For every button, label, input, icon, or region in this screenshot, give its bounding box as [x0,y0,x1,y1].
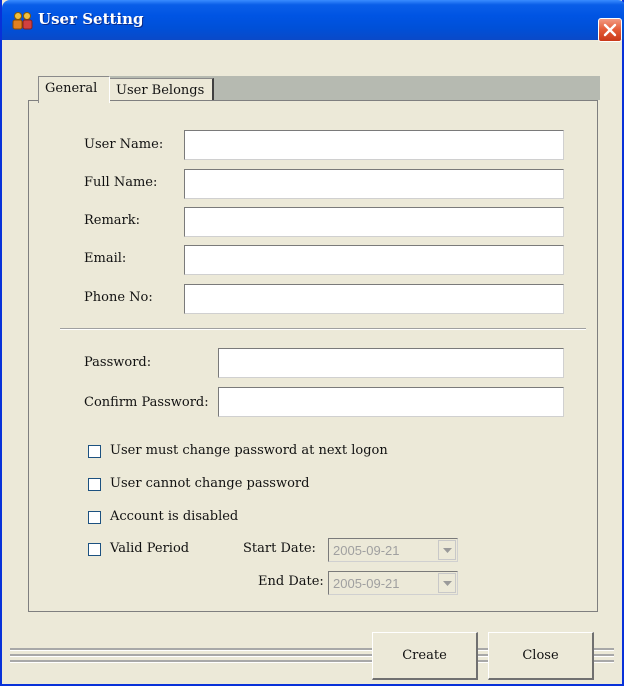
start-date-value: 2005-09-21 [333,543,400,558]
tab-user-belongs[interactable]: User Belongs [110,78,214,100]
confirm-password-input[interactable] [218,387,564,417]
tab-general[interactable]: General [38,76,110,103]
must-change-password-checkbox[interactable] [88,445,101,458]
cannot-change-password-checkbox[interactable] [88,478,101,491]
full-name-label: Full Name: [84,175,158,190]
chevron-down-icon [443,581,452,586]
close-icon [603,23,617,37]
title-bar[interactable]: User Setting [2,0,624,40]
confirm-password-label: Confirm Password: [84,395,209,410]
full-name-input[interactable] [184,169,564,199]
start-date-dropdown-button[interactable] [438,540,456,560]
cannot-change-password-label: User cannot change password [110,476,310,491]
end-date-label: End Date: [258,574,324,589]
create-button[interactable]: Create [372,632,478,680]
user-name-input[interactable] [184,130,564,160]
close-window-button[interactable] [598,18,622,42]
password-label: Password: [84,355,152,370]
email-input[interactable] [184,245,564,275]
end-date-value: 2005-09-21 [333,576,400,591]
valid-period-label: Valid Period [110,541,190,556]
window-title: User Setting [38,10,144,28]
end-date-picker[interactable]: 2005-09-21 [328,571,458,595]
phone-input[interactable] [184,284,564,314]
valid-period-checkbox[interactable] [88,543,101,556]
user-name-label: User Name: [84,137,164,152]
chevron-down-icon [443,548,452,553]
remark-label: Remark: [84,213,141,228]
users-icon [12,11,33,30]
end-date-dropdown-button[interactable] [438,573,456,593]
start-date-picker[interactable]: 2005-09-21 [328,538,458,562]
close-button[interactable]: Close [488,632,594,680]
phone-label: Phone No: [84,290,153,305]
password-input[interactable] [218,348,564,378]
separator [60,328,586,330]
account-disabled-label: Account is disabled [110,509,239,524]
email-label: Email: [84,251,127,266]
account-disabled-checkbox[interactable] [88,511,101,524]
remark-input[interactable] [184,207,564,237]
must-change-password-label: User must change password at next logon [110,443,388,458]
start-date-label: Start Date: [243,541,316,556]
